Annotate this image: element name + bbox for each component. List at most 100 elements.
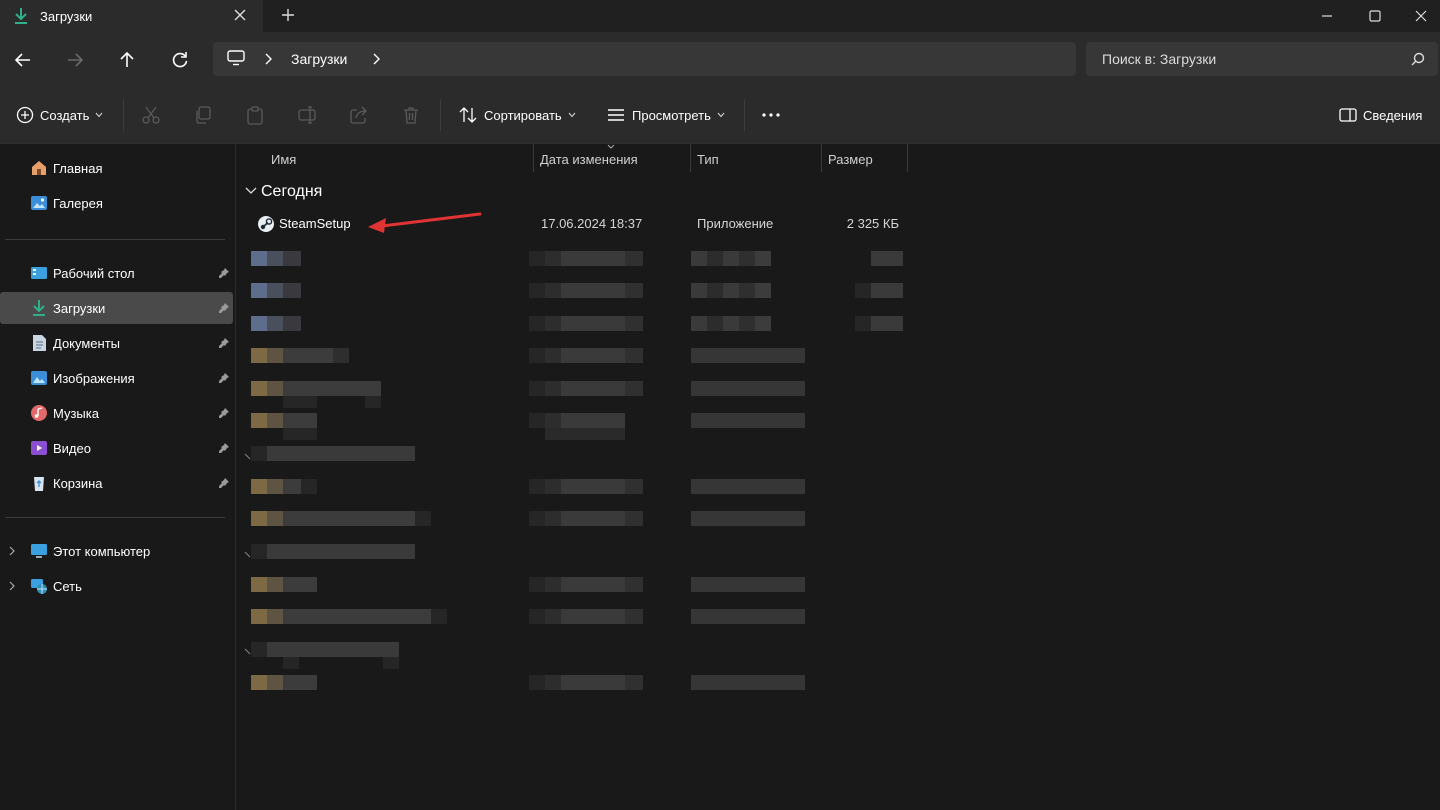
- rename-icon[interactable]: [297, 105, 317, 125]
- sidebar-item-label: Главная: [53, 161, 103, 176]
- sidebar-item-documents[interactable]: Документы: [0, 327, 233, 359]
- sidebar-item-label: Этот компьютер: [53, 544, 151, 559]
- sidebar-item-video[interactable]: Видео: [0, 432, 233, 464]
- sidebar-item-home[interactable]: Главная: [0, 152, 233, 184]
- sidebar-item-gallery[interactable]: Галерея: [0, 187, 233, 219]
- search-placeholder: Поиск в: Загрузки: [1102, 51, 1217, 67]
- group-label: Сегодня: [261, 183, 323, 200]
- sidebar-divider: [5, 517, 225, 518]
- column-header-name[interactable]: Имя: [271, 152, 296, 167]
- toolbar-divider: [744, 99, 745, 131]
- close-tab-icon[interactable]: [232, 7, 248, 23]
- create-label: Создать: [40, 107, 90, 123]
- sidebar-item-label: Сеть: [53, 579, 82, 594]
- details-pane-icon: [1339, 107, 1357, 123]
- up-icon[interactable]: [117, 50, 137, 70]
- search-input[interactable]: Поиск в: Загрузки: [1086, 42, 1438, 76]
- chevron-right-icon[interactable]: [7, 581, 17, 591]
- column-divider[interactable]: [907, 144, 908, 172]
- minimize-icon[interactable]: [1304, 0, 1350, 32]
- search-icon[interactable]: [1411, 52, 1425, 66]
- chevron-down-icon: [717, 112, 725, 118]
- toolbar-divider: [440, 99, 441, 131]
- sidebar-item-label: Видео: [53, 441, 91, 456]
- chevron-right-icon[interactable]: [263, 53, 273, 65]
- share-icon[interactable]: [349, 105, 369, 125]
- recycle-bin-icon: [30, 474, 48, 492]
- add-icon: [16, 106, 34, 124]
- chevron-down-icon[interactable]: [245, 187, 257, 195]
- download-icon: [30, 299, 48, 317]
- address-bar[interactable]: Загрузки: [213, 42, 1076, 76]
- sidebar-item-desktop[interactable]: Рабочий стол: [0, 257, 233, 289]
- details-button[interactable]: Сведения: [1339, 105, 1422, 125]
- sidebar-item-label: Изображения: [53, 371, 135, 386]
- column-divider[interactable]: [821, 144, 822, 172]
- sidebar-item-music[interactable]: Музыка: [0, 397, 233, 429]
- file-size: 2 325 КБ: [846, 216, 899, 231]
- chevron-right-icon[interactable]: [371, 53, 381, 65]
- toolbar-divider: [123, 99, 124, 131]
- back-icon[interactable]: [13, 50, 33, 70]
- file-row-steamsetup[interactable]: SteamSetup 17.06.2024 18:37 Приложение 2…: [249, 211, 909, 237]
- sort-button[interactable]: Сортировать: [458, 105, 576, 125]
- chevron-down-icon: [95, 112, 103, 118]
- close-window-icon[interactable]: [1398, 0, 1440, 32]
- chevron-right-icon[interactable]: [7, 546, 17, 556]
- sidebar-item-label: Музыка: [53, 406, 99, 421]
- computer-icon[interactable]: [227, 50, 245, 66]
- pin-icon: [218, 442, 230, 454]
- column-header-type[interactable]: Тип: [697, 152, 719, 167]
- breadcrumb-downloads[interactable]: Загрузки: [291, 51, 347, 67]
- paste-icon[interactable]: [245, 105, 265, 125]
- file-list: Имя Дата изменения Тип Размер Сегодня St…: [237, 144, 1440, 810]
- sidebar-divider: [5, 239, 225, 240]
- sidebar-item-label: Загрузки: [53, 301, 106, 316]
- sidebar-item-network[interactable]: Сеть: [0, 570, 233, 602]
- refresh-icon[interactable]: [170, 50, 190, 70]
- sidebar-item-downloads[interactable]: Загрузки: [0, 292, 233, 324]
- pin-icon: [218, 477, 230, 489]
- new-tab-icon[interactable]: [280, 7, 296, 23]
- tab-downloads[interactable]: Загрузки: [0, 0, 263, 32]
- sidebar-item-recycle-bin[interactable]: Корзина: [0, 467, 233, 499]
- sidebar-item-label: Рабочий стол: [53, 266, 135, 281]
- maximize-icon[interactable]: [1352, 0, 1398, 32]
- view-button[interactable]: Просмотреть: [606, 105, 725, 125]
- sort-icon: [458, 106, 478, 124]
- create-button[interactable]: Создать: [16, 105, 103, 125]
- pixelated-hidden-files: [244, 251, 903, 690]
- title-bar: Загрузки: [0, 0, 1440, 32]
- cut-icon[interactable]: [141, 105, 161, 125]
- sort-label: Сортировать: [484, 107, 562, 123]
- pin-icon: [218, 267, 230, 279]
- documents-icon: [30, 334, 48, 352]
- column-header-date[interactable]: Дата изменения: [540, 152, 638, 167]
- this-pc-icon: [30, 542, 48, 560]
- sidebar-item-label: Документы: [53, 336, 121, 351]
- pin-icon: [218, 372, 230, 384]
- sidebar-item-pictures[interactable]: Изображения: [0, 362, 233, 394]
- gallery-icon: [30, 194, 48, 212]
- chevron-down-icon: [568, 112, 576, 118]
- music-icon: [30, 404, 48, 422]
- details-label: Сведения: [1363, 107, 1423, 123]
- pin-icon: [218, 302, 230, 314]
- pin-icon: [218, 337, 230, 349]
- desktop-icon: [30, 264, 48, 282]
- delete-icon[interactable]: [401, 105, 421, 125]
- forward-icon[interactable]: [65, 50, 85, 70]
- sidebar-item-this-pc[interactable]: Этот компьютер: [0, 535, 233, 567]
- file-type: Приложение: [697, 216, 774, 231]
- network-icon: [30, 577, 48, 595]
- column-divider[interactable]: [690, 144, 691, 172]
- steam-icon: [257, 215, 275, 233]
- tab-title: Загрузки: [40, 9, 93, 24]
- pictures-icon: [30, 369, 48, 387]
- column-header-size[interactable]: Размер: [828, 152, 873, 167]
- copy-icon[interactable]: [193, 105, 213, 125]
- more-options-icon[interactable]: [761, 105, 781, 125]
- column-divider[interactable]: [533, 144, 534, 172]
- sidebar-item-label: Галерея: [53, 196, 103, 211]
- file-date: 17.06.2024 18:37: [541, 216, 643, 231]
